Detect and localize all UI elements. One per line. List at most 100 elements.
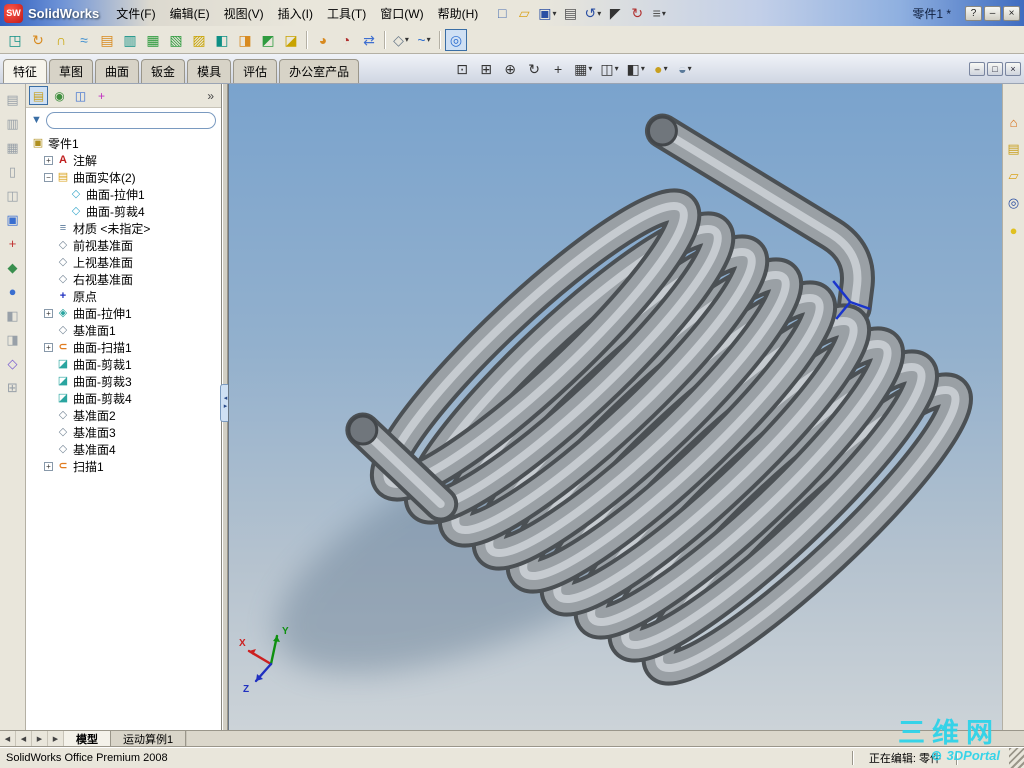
tree-item[interactable]: ◪ 曲面-剪裁4 [26,390,221,407]
command-tab[interactable]: 特征 [3,59,48,83]
selection-filter-icon[interactable]: ▤ [2,89,23,110]
curves-icon[interactable]: ~ ▾ [413,29,435,51]
viewport[interactable]: X Y Z [228,84,1002,730]
configurationmanager-tab-icon[interactable]: ◫ [71,86,90,105]
grid-icon[interactable]: ⊞ [2,377,23,398]
rebuild-icon[interactable]: ↻ [626,2,648,24]
tree-item[interactable]: ◪ 曲面-剪裁1 [26,356,221,373]
boundary-surface-icon[interactable]: ▤ [96,29,118,51]
trim-surface-icon[interactable]: ◨ [234,29,256,51]
command-tab[interactable]: 模具 [187,59,232,83]
design-library-icon[interactable]: ▤ [1004,139,1024,159]
doc-tab[interactable]: 运动算例1 [111,731,187,747]
scene-icon[interactable]: ◒ ▾ [674,58,696,80]
compare-icon[interactable]: ◨ [2,329,23,350]
panel-collapse-chevron[interactable]: » [203,89,218,103]
tree-item[interactable]: + A 注解 [26,152,221,169]
texture-icon[interactable]: ● [2,281,23,302]
fillet-icon[interactable]: ◕ [312,29,334,51]
tree-item[interactable]: + ⊂ 扫描1 [26,458,221,475]
tree-expander[interactable]: − [44,173,53,182]
command-tab[interactable]: 钣金 [141,59,186,83]
propertymanager-tab-icon[interactable]: ◉ [50,86,69,105]
command-tab[interactable]: 评估 [233,59,278,83]
reference-icon[interactable]: ◇ [2,353,23,374]
featuremanager-tab-icon[interactable]: ▤ [29,86,48,105]
tree-item[interactable]: ◇ 曲面-拉伸1 [26,186,221,203]
tree-expander[interactable]: + [44,156,53,165]
tree-item[interactable]: ◇ 基准面3 [26,424,221,441]
tree-item[interactable]: ◇ 基准面4 [26,441,221,458]
tree-item[interactable]: ≡ 材质 <未指定> [26,220,221,237]
add-relation-icon[interactable]: + [2,233,23,254]
select-icon[interactable]: ◤ [604,2,626,24]
instant3d-icon[interactable]: ◎ [445,28,467,51]
options-icon[interactable]: ≡ ▾ [648,2,670,24]
print-icon[interactable]: ▤ [560,2,582,24]
close-button[interactable]: × [1003,5,1020,21]
standard-views-icon[interactable]: ▦ ▾ [571,58,595,80]
view-palette-icon[interactable]: ● [1004,220,1024,240]
tree-item[interactable]: ◇ 前视基准面 [26,237,221,254]
menu-item[interactable]: 编辑(E) [163,2,217,25]
tree-expander[interactable]: + [44,309,53,318]
rotate-view-icon[interactable]: ↻ [523,58,545,80]
tree-item[interactable]: ◇ 基准面2 [26,407,221,424]
help-button[interactable]: ? [965,5,982,21]
reference-geometry-icon[interactable]: ◇ ▾ [390,29,412,51]
pan-view-icon[interactable]: + [547,58,569,80]
menu-item[interactable]: 工具(T) [320,2,373,25]
command-tab[interactable]: 曲面 [95,59,140,83]
tree-item[interactable]: − ▤ 曲面实体(2) [26,169,221,186]
command-tab[interactable]: 办公室产品 [279,59,360,83]
sheet-icon[interactable]: ▯ [2,161,23,182]
tree-item[interactable]: ◇ 曲面-剪裁4 [26,203,221,220]
revolved-surface-icon[interactable]: ↻ [27,29,49,51]
section-view-icon[interactable]: ◧ ▾ [624,58,648,80]
search-results-icon[interactable]: ◎ [1004,193,1024,213]
doc-tab[interactable]: 模型 [64,731,111,747]
offset-surface-icon[interactable]: ▥ [119,29,141,51]
extend-surface-icon[interactable]: ◧ [211,29,233,51]
feature-statistics-icon[interactable]: ◆ [2,257,23,278]
delete-face-icon[interactable]: ◔ [335,29,357,51]
file-explorer-icon[interactable]: ▱ [1004,166,1024,186]
display-pane-icon[interactable]: ◫ [2,185,23,206]
scroll-last-button[interactable]: ▶ [48,731,64,747]
solidworks-resources-icon[interactable]: ⌂ [1004,112,1024,132]
tree-expander[interactable]: + [44,343,53,352]
layer-icon[interactable]: ▦ [2,137,23,158]
scroll-prev-button[interactable]: ◀ [16,731,32,747]
doc-restore-button[interactable]: □ [987,61,1003,76]
resize-grip[interactable] [1009,748,1024,768]
dimxpertmanager-tab-icon[interactable]: + [92,86,111,105]
scroll-next-button[interactable]: ▶ [32,731,48,747]
appearances-icon[interactable]: ● ▾ [650,58,672,80]
model-canvas[interactable] [229,84,1002,730]
document-properties-icon[interactable]: ▥ [2,113,23,134]
new-document-icon[interactable]: □ [491,2,513,24]
fill-surface-icon[interactable]: ◩ [257,29,279,51]
tree-item[interactable]: ◇ 右视基准面 [26,271,221,288]
zoom-in-out-icon[interactable]: ⊕ [499,58,521,80]
edit-appearance-icon[interactable]: ▣ [2,209,23,230]
undo-icon[interactable]: ↺ ▾ [582,2,605,24]
tree-item[interactable]: + 原点 [26,288,221,305]
tree-item[interactable]: ◪ 曲面-剪裁3 [26,373,221,390]
tree-expander[interactable]: + [44,462,53,471]
swept-surface-icon[interactable]: ∩ [50,29,72,51]
knit-surface-icon[interactable]: ▧ [165,29,187,51]
horizontal-scrollbar[interactable] [186,731,1024,747]
menu-item[interactable]: 文件(F) [109,2,162,25]
save-icon[interactable]: ▣ ▾ [535,2,559,24]
section-icon[interactable]: ◧ [2,305,23,326]
tree-item[interactable]: + ◈ 曲面-拉伸1 [26,305,221,322]
lofted-surface-icon[interactable]: ≈ [73,29,95,51]
doc-minimize-button[interactable]: – [969,61,985,76]
untrim-surface-icon[interactable]: ◪ [280,29,302,51]
planar-surface-icon[interactable]: ▨ [188,29,210,51]
extruded-surface-icon[interactable]: ◳ [4,29,26,51]
menu-item[interactable]: 窗口(W) [373,2,430,25]
zoom-area-icon[interactable]: ⊞ [475,58,497,80]
zoom-fit-icon[interactable]: ⊡ [451,58,473,80]
